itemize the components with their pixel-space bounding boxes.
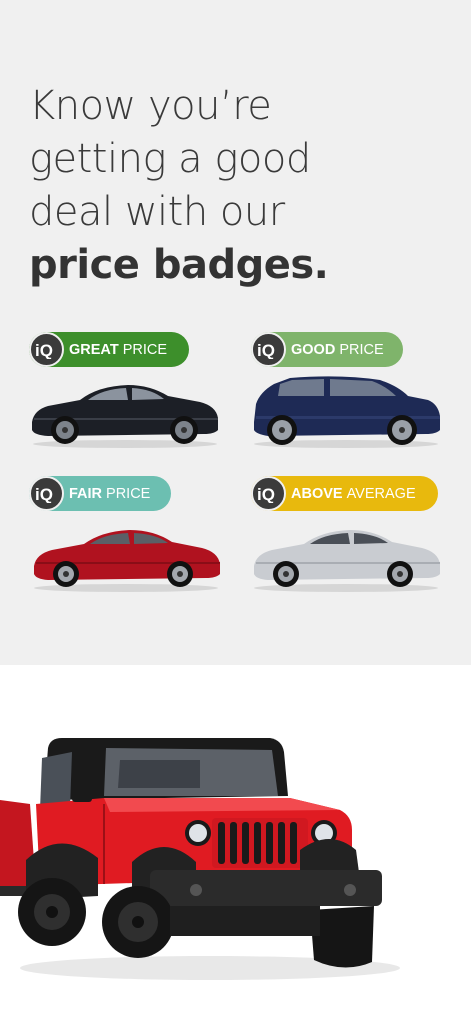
badge-light-label: PRICE: [122, 341, 168, 358]
badge-strong-label: ABOVE: [291, 485, 343, 502]
badge-light-label: AVERAGE: [346, 485, 416, 502]
black-sedan-image: [32, 385, 218, 448]
iq-logo-icon: iQ: [251, 332, 286, 367]
svg-text:iQ: iQ: [35, 341, 53, 359]
good-price-badge: iQ GOOD PRICE: [251, 332, 403, 367]
iq-logo-icon: iQ: [251, 476, 286, 511]
badge-strong-label: FAIR: [69, 485, 103, 502]
headline-line-3: deal with our: [29, 189, 285, 235]
headline-line-4: price badges.: [29, 242, 329, 288]
red-sedan-image: [34, 530, 220, 592]
above-average-badge: iQ ABOVE AVERAGE: [251, 476, 438, 511]
headline: Know you’re getting a good deal with our…: [29, 80, 449, 292]
red-jeep-image: [0, 738, 400, 980]
badge-strong-label: GREAT: [69, 341, 119, 358]
iq-logo-icon: iQ: [29, 476, 64, 511]
jeep-section: [0, 700, 471, 1019]
badge-light-label: PRICE: [339, 341, 384, 358]
svg-text:iQ: iQ: [257, 341, 275, 359]
badge-light-label: PRICE: [106, 485, 151, 502]
badge-strong-label: GOOD: [291, 341, 336, 358]
iq-logo-icon: iQ: [29, 332, 64, 367]
great-price-badge: iQ GREAT PRICE: [29, 332, 189, 367]
navy-suv-image: [254, 376, 440, 448]
silver-sedan-image: [254, 530, 440, 592]
hero-section: Know you’re getting a good deal with our…: [0, 0, 471, 665]
svg-text:iQ: iQ: [35, 485, 53, 503]
fair-price-badge: iQ FAIR PRICE: [29, 476, 171, 511]
headline-line-2: getting a good: [29, 136, 311, 182]
headline-line-1: Know you’re: [29, 83, 272, 129]
svg-text:iQ: iQ: [257, 485, 275, 503]
